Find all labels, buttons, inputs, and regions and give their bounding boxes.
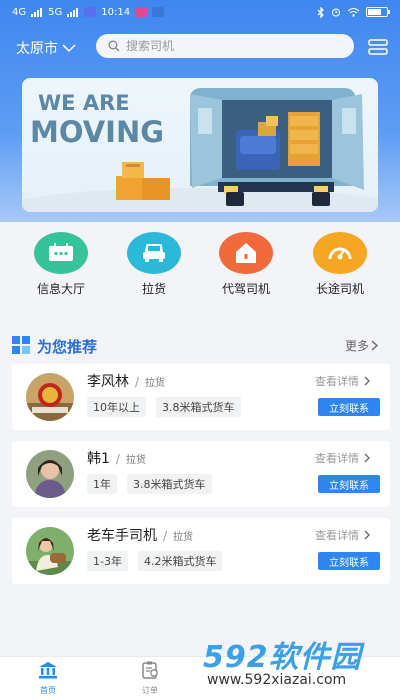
quick-nav: 信息大厅 拉货 代驾司机 长途司机 (0, 222, 400, 320)
driver-type: 拉货 (125, 455, 146, 466)
search-bar[interactable] (96, 34, 354, 58)
tab-label: 订单 (142, 686, 158, 695)
app-notification-icon (152, 7, 165, 17)
quick-nav-label: 拉货 (141, 282, 166, 296)
chevron-right-icon (364, 453, 370, 463)
chevron-down-icon (62, 44, 76, 53)
search-icon (108, 40, 120, 52)
vehicle-tag: 3.8米箱式货车 (156, 397, 241, 417)
signal-bars-icon (67, 7, 79, 17)
signal-bars-icon (31, 7, 43, 17)
quick-nav-long-distance[interactable]: 长途司机 (300, 232, 380, 297)
tab-orders[interactable]: 订单 (120, 661, 180, 696)
city-selector[interactable]: 太原市 (16, 38, 76, 58)
moving-van-illustration: WE ARE MOVING (22, 88, 378, 212)
vehicle-tag: 3.8米箱式货车 (127, 474, 212, 494)
driver-type: 拉货 (173, 532, 194, 543)
house-icon (219, 232, 273, 274)
status-time: 10:14 (101, 6, 131, 18)
more-label: 更多 (345, 339, 370, 353)
site-watermark: 592软件园 www.592xiazai.com (197, 626, 400, 700)
view-detail-link[interactable]: 查看详情 (315, 527, 370, 543)
divider: / (115, 452, 120, 466)
truck-icon (127, 232, 181, 274)
driver-card[interactable]: 老车手司机 / 拉货 1-3年 4.2米箱式货车 查看详情 立刻联系 (12, 518, 390, 584)
avatar (26, 527, 74, 575)
signal-4g-label: 4G (12, 6, 27, 18)
driver-name: 老车手司机 (87, 528, 157, 544)
experience-tag: 1-3年 (87, 551, 128, 571)
battery-icon (366, 7, 390, 17)
driver-type: 拉货 (145, 378, 166, 389)
vehicle-tag: 4.2米箱式货车 (137, 551, 223, 571)
driver-name: 韩1 (87, 451, 110, 467)
search-input[interactable] (126, 39, 326, 53)
order-clipboard-icon (142, 661, 158, 679)
contact-button[interactable]: 立刻联系 (318, 552, 380, 570)
quick-nav-label: 长途司机 (315, 282, 364, 296)
banner-line1: WE ARE (38, 91, 130, 115)
avatar (26, 450, 74, 498)
home-bank-icon (39, 662, 57, 679)
top-header: 太原市 (0, 34, 400, 60)
more-link[interactable]: 更多 (345, 337, 379, 354)
view-detail-link[interactable]: 查看详情 (315, 450, 370, 466)
chevron-right-icon (364, 376, 370, 386)
contact-button[interactable]: 立刻联系 (318, 475, 380, 493)
app-notification-icon (135, 7, 148, 17)
experience-tag: 1年 (87, 474, 117, 494)
quick-nav-label: 代驾司机 (221, 282, 270, 296)
app-notification-icon (84, 7, 97, 17)
view-detail-label: 查看详情 (315, 529, 359, 542)
driver-name: 李风林 (87, 374, 129, 390)
banner-line2: MOVING (30, 115, 164, 149)
menu-toggle-icon[interactable] (368, 39, 388, 55)
driver-card[interactable]: 李风林 / 拉货 10年以上 3.8米箱式货车 查看详情 立刻联系 (12, 364, 390, 430)
status-bar: 4G 5G 10:14 (0, 0, 400, 24)
quick-nav-proxy-driver[interactable]: 代驾司机 (206, 232, 286, 297)
section-title: 为您推荐 (37, 338, 98, 356)
message-board-icon (34, 232, 88, 274)
divider: / (163, 529, 168, 543)
contact-button[interactable]: 立刻联系 (318, 398, 380, 416)
view-detail-label: 查看详情 (315, 375, 359, 388)
quick-nav-cargo[interactable]: 拉货 (114, 232, 194, 297)
driver-card[interactable]: 韩1 / 拉货 1年 3.8米箱式货车 查看详情 立刻联系 (12, 441, 390, 507)
promo-banner[interactable]: WE ARE MOVING (22, 78, 378, 212)
bluetooth-icon (317, 6, 324, 18)
wifi-icon (347, 8, 360, 17)
view-detail-link[interactable]: 查看详情 (315, 373, 370, 389)
city-name: 太原市 (16, 41, 58, 57)
signal-5g-label: 5G (48, 6, 63, 18)
speedometer-icon (313, 232, 367, 274)
watermark-url: www.592xiazai.com (207, 672, 347, 688)
grid-icon (12, 336, 30, 354)
view-detail-label: 查看详情 (315, 452, 359, 465)
quick-nav-info-hall[interactable]: 信息大厅 (21, 232, 101, 297)
alarm-icon (332, 8, 340, 17)
tab-home[interactable]: 首页 (18, 661, 78, 696)
divider: / (135, 375, 140, 389)
recommend-header: 为您推荐 更多 (0, 332, 400, 358)
watermark-brand: 592软件园 (203, 640, 362, 675)
avatar (26, 373, 74, 421)
chevron-right-icon (371, 340, 379, 351)
experience-tag: 10年以上 (87, 397, 146, 417)
chevron-right-icon (364, 530, 370, 540)
tab-label: 首页 (40, 686, 56, 695)
quick-nav-label: 信息大厅 (36, 282, 85, 296)
